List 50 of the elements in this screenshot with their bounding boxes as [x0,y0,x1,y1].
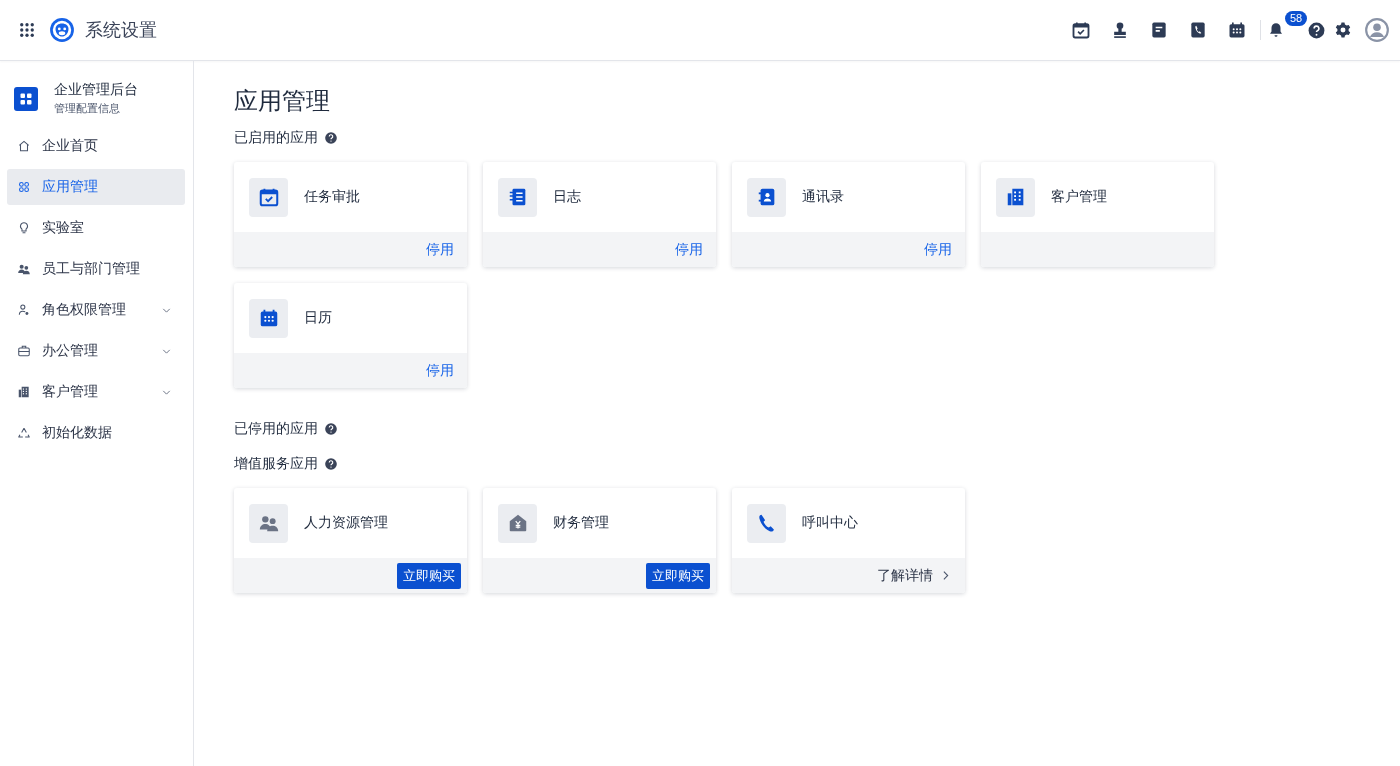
sidebar-item[interactable]: 员工与部门管理 [7,251,185,287]
org-title: 企业管理后台 [54,81,138,99]
org-logo-icon [14,86,38,111]
section-heading: 已停用的应用 [234,420,318,438]
section-heading: 已启用的应用 [234,129,318,147]
page-title: 应用管理 [234,86,331,116]
briefcase-icon [17,344,31,358]
app-name: 通讯录 [802,188,844,206]
app-name: 客户管理 [1051,188,1107,206]
app-name: 人力资源管理 [304,514,388,532]
recycle-icon [17,426,31,440]
app-name: 财务管理 [553,514,609,532]
logo-icon [49,17,75,43]
help-icon[interactable] [324,131,338,145]
app-name: 日历 [304,309,332,327]
sidebar-item[interactable]: 企业首页 [7,128,185,164]
help-icon[interactable] [324,457,338,471]
details-link[interactable]: 了解详情 [877,566,952,585]
org-subtitle: 管理配置信息 [54,101,121,116]
people-icon [17,262,31,276]
disable-link[interactable]: 停用 [924,240,952,259]
app-name: 任务审批 [304,188,360,206]
disable-link[interactable]: 停用 [675,240,703,259]
person-icon [17,303,31,317]
home-icon [17,139,31,153]
buy-button[interactable]: 立即购买 [397,562,461,589]
sidebar-item[interactable]: 实验室 [7,210,185,246]
sidebar-item[interactable]: 客户管理 [7,374,185,410]
disable-link[interactable]: 停用 [426,361,454,380]
building-icon [17,385,31,399]
help-icon[interactable] [1307,20,1326,40]
avatar-icon[interactable] [1364,17,1390,43]
disable-link[interactable]: 停用 [426,240,454,259]
calendar-check-icon [1070,20,1091,40]
sidebar-item[interactable]: 办公管理 [7,333,185,369]
help-icon[interactable] [324,422,338,436]
buy-button[interactable]: 立即购买 [646,562,710,589]
apps-icon [17,180,31,194]
app-title: 系统设置 [85,19,157,42]
sidebar-item[interactable]: 应用管理 [7,169,185,205]
sidebar-item[interactable]: 角色权限管理 [7,292,185,328]
app-grid-icon[interactable] [18,21,36,39]
lightbulb-icon [17,221,31,235]
section-heading: 增值服务应用 [234,455,318,473]
app-name: 呼叫中心 [802,514,858,532]
settings-icon[interactable] [1334,21,1352,39]
notification-badge: 58 [1285,11,1308,26]
sidebar-item[interactable]: 初始化数据 [7,415,185,451]
app-name: 日志 [553,188,581,206]
bell-icon [1267,21,1285,39]
